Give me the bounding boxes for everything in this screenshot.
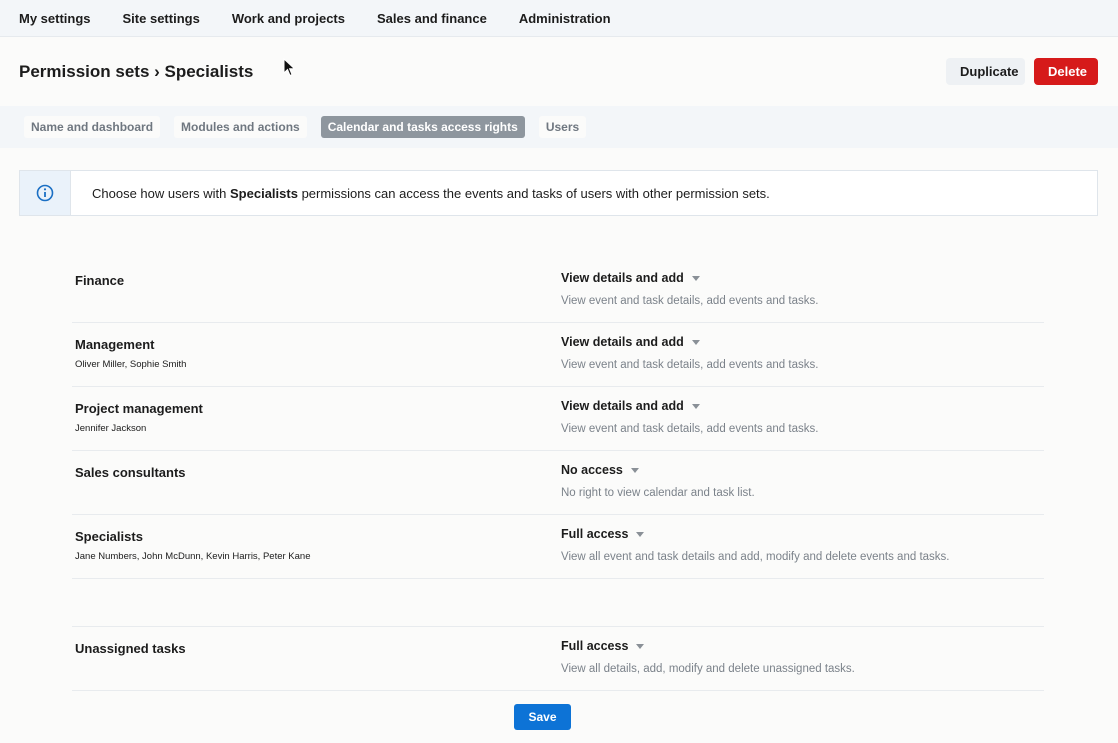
info-text-suffix: permissions can access the events and ta… xyxy=(297,185,770,201)
save-button[interactable]: Save xyxy=(514,704,571,730)
group-name: Project management xyxy=(75,401,203,416)
tab-calendar-and-tasks[interactable]: Calendar and tasks access rights xyxy=(320,116,525,138)
group-name: Unassigned tasks xyxy=(75,641,186,656)
access-description: View event and task details, add events … xyxy=(561,359,819,371)
top-navigation: My settings Site settings Work and proje… xyxy=(0,0,1118,37)
access-row-sales-consultants: Sales consultants No access No right to … xyxy=(72,451,1044,515)
group-name: Finance xyxy=(75,273,125,288)
group-users: Oliver Miller, Sophie Smith xyxy=(75,359,187,370)
access-value: Full access xyxy=(561,527,629,541)
info-icon-box xyxy=(20,171,71,215)
page-header: Permission sets › Specialists Duplicate … xyxy=(0,37,1118,106)
nav-sales-and-finance[interactable]: Sales and finance xyxy=(377,11,487,26)
group-users: Jennifer Jackson xyxy=(75,423,147,434)
info-banner: Choose how users with Specialists permis… xyxy=(19,170,1098,216)
group-name: Management xyxy=(75,337,155,352)
delete-button[interactable]: Delete xyxy=(1034,58,1098,85)
access-description: View all details, add, modify and delete… xyxy=(561,663,855,675)
access-value: Full access xyxy=(561,639,629,653)
caret-down-icon xyxy=(691,403,700,409)
access-dropdown[interactable]: Full access xyxy=(561,527,645,541)
access-description: View event and task details, add events … xyxy=(561,423,819,435)
tab-users[interactable]: Users xyxy=(538,116,587,138)
access-dropdown[interactable]: View details and add xyxy=(561,271,700,285)
nav-administration[interactable]: Administration xyxy=(519,11,611,26)
nav-my-settings[interactable]: My settings xyxy=(19,11,91,26)
access-value: No access xyxy=(561,463,623,477)
access-row-specialists: Specialists Jane Numbers, John McDunn, K… xyxy=(72,515,1044,579)
caret-down-icon xyxy=(691,339,700,345)
tab-bar: Name and dashboard Modules and actions C… xyxy=(0,106,1118,148)
access-dropdown[interactable]: No access xyxy=(561,463,639,477)
info-text: Choose how users with Specialists permis… xyxy=(71,186,770,201)
tab-modules-and-actions[interactable]: Modules and actions xyxy=(174,116,307,138)
caret-down-icon xyxy=(636,531,645,537)
info-text-permission-set: Specialists xyxy=(230,185,298,201)
info-text-prefix: Choose how users with xyxy=(92,185,231,201)
tab-name-and-dashboard[interactable]: Name and dashboard xyxy=(24,116,161,138)
caret-down-icon xyxy=(630,467,639,473)
access-row-unassigned-tasks: Unassigned tasks Full access View all de… xyxy=(72,627,1044,691)
access-row-project-management: Project management Jennifer Jackson View… xyxy=(72,387,1044,451)
header-actions: Duplicate Delete xyxy=(946,58,1098,85)
access-row-management: Management Oliver Miller, Sophie Smith V… xyxy=(72,323,1044,387)
section-divider xyxy=(72,579,1044,627)
access-description: View all event and task details and add,… xyxy=(561,551,950,563)
access-value: View details and add xyxy=(561,271,684,285)
access-description: No right to view calendar and task list. xyxy=(561,487,755,499)
access-rights-list: Finance View details and add View event … xyxy=(72,259,1044,691)
access-value: View details and add xyxy=(561,335,684,349)
nav-work-and-projects[interactable]: Work and projects xyxy=(232,11,345,26)
caret-down-icon xyxy=(691,275,700,281)
duplicate-button[interactable]: Duplicate xyxy=(946,58,1025,85)
access-dropdown[interactable]: View details and add xyxy=(561,399,700,413)
caret-down-icon xyxy=(636,643,645,649)
access-description: View event and task details, add events … xyxy=(561,295,819,307)
page-title: Permission sets › Specialists xyxy=(19,61,254,81)
info-icon xyxy=(36,184,54,202)
access-value: View details and add xyxy=(561,399,684,413)
access-dropdown[interactable]: Full access xyxy=(561,639,645,653)
group-name: Sales consultants xyxy=(75,465,186,480)
access-dropdown[interactable]: View details and add xyxy=(561,335,700,349)
mouse-cursor-icon xyxy=(283,58,296,77)
nav-site-settings[interactable]: Site settings xyxy=(123,11,200,26)
group-users: Jane Numbers, John McDunn, Kevin Harris,… xyxy=(75,551,311,562)
access-row-finance: Finance View details and add View event … xyxy=(72,259,1044,323)
group-name: Specialists xyxy=(75,529,143,544)
